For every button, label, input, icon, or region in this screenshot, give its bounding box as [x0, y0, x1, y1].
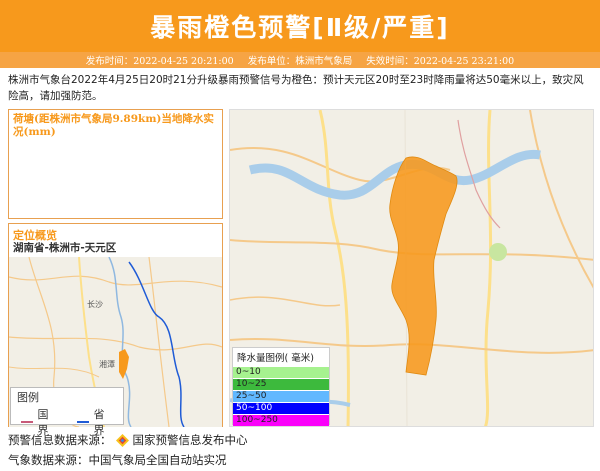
weather-source-label: 气象数据来源：中国气象局全国自动站实况	[8, 453, 227, 467]
rainfall-panel: 荷塘(距株洲市气象局9.89km)当地降水实况(mm)	[8, 109, 223, 219]
rainfall-legend: 降水量图例( 毫米) 0~10 10~25 25~50 50~100 100~2…	[232, 347, 330, 426]
province-border-line-icon	[77, 421, 90, 423]
rainfall-legend-item: 50~100	[233, 402, 329, 414]
rainfall-swatch-50-100: 50~100	[233, 402, 329, 414]
location-region: 湖南省-株洲市-天元区	[13, 242, 117, 254]
warning-description: 株洲市气象台2022年4月25日20时21分升级暴雨预警信号为橙色：预计天元区2…	[8, 74, 584, 102]
rainfall-legend-item: 25~50	[233, 390, 329, 402]
rainfall-legend-title: 降水量图例( 毫米)	[237, 353, 314, 364]
map-legend-title: 图例	[17, 391, 39, 404]
warning-source-name[interactable]: 国家预警信息发布中心	[133, 432, 248, 448]
rainfall-legend-item: 0~10	[233, 366, 329, 378]
rainfall-swatch-100-250: 100~250	[233, 414, 329, 426]
warning-center-logo-icon	[115, 433, 129, 447]
publish-time: 发布时间：2022-04-25 20:21:00	[85, 56, 234, 67]
rainfall-swatch-25-50: 25~50	[233, 390, 329, 402]
warning-source-label: 预警信息数据来源：	[8, 433, 112, 447]
warning-source-line: 预警信息数据来源： 国家预警信息发布中心	[8, 432, 248, 448]
map-label-changsha: 长沙	[87, 299, 103, 309]
publisher: 发布单位：株洲市气象局	[247, 56, 353, 67]
rainfall-panel-title: 荷塘(距株洲市气象局9.89km)当地降水实况(mm)	[13, 113, 214, 138]
national-border-line-icon	[21, 421, 34, 423]
warning-title: 暴雨橙色预警[Ⅱ级/严重]	[150, 13, 450, 42]
rainfall-swatch-0-10: 0~10	[233, 366, 329, 378]
warning-header: 暴雨橙色预警[Ⅱ级/严重]	[0, 0, 600, 52]
rainfall-legend-item: 100~250	[233, 414, 329, 426]
location-panel-title: 定位概览	[13, 229, 57, 242]
rainfall-swatch-10-25: 10~25	[233, 378, 329, 390]
expire-time: 失效时间：2022-04-25 23:21:00	[366, 56, 515, 67]
weather-source-line: 气象数据来源：中国气象局全国自动站实况	[8, 452, 227, 468]
map-legend: 图例 国界 省界	[10, 387, 124, 437]
map-label-xiangtan: 湘潭	[99, 359, 115, 369]
warning-meta-bar: 发布时间：2022-04-25 20:21:00 发布单位：株洲市气象局 失效时…	[0, 52, 600, 68]
rainfall-legend-item: 10~25	[233, 378, 329, 390]
